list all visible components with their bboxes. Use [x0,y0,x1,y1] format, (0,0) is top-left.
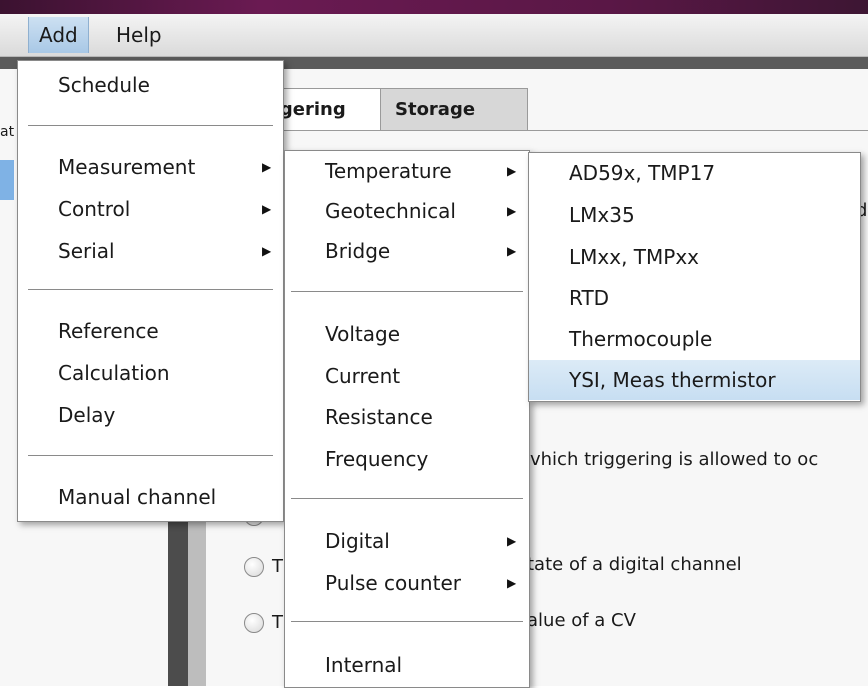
background-text-fragment: at [0,124,15,140]
menu-item-bridge[interactable]: Bridge ▶ [285,231,529,271]
triangle-right-icon: ▶ [262,160,272,174]
menu-item-ad59x-tmp17[interactable]: AD59x, TMP17 [529,153,860,193]
menu-item-voltage[interactable]: Voltage [285,314,529,354]
menu-item-measurement[interactable]: Measurement ▶ [18,147,283,187]
menu-item-delay[interactable]: Delay [18,395,283,435]
triangle-right-icon: ▶ [262,244,272,258]
triangle-right-icon: ▶ [262,202,272,216]
menu-item-control[interactable]: Control ▶ [18,189,283,229]
add-menu: Schedule Measurement ▶ Control ▶ Serial … [17,60,284,522]
digital-trigger-label: tate of a digital channel [527,554,742,575]
menu-separator [291,291,523,292]
triangle-right-icon: ▶ [507,576,517,590]
trigger-radio[interactable] [244,557,264,577]
menu-add[interactable]: Add [28,17,89,53]
left-panel-bar [188,500,206,686]
menu-separator [28,125,273,126]
triangle-right-icon: ▶ [507,164,517,178]
cv-trigger-label: alue of a CV [527,610,636,631]
triangle-right-icon: ▶ [507,204,517,218]
menu-item-schedule[interactable]: Schedule [18,65,283,105]
menu-item-thermocouple[interactable]: Thermocouple [529,319,860,359]
temperature-submenu: AD59x, TMP17 LMx35 LMxx, TMPxx RTD Therm… [528,152,861,402]
selected-list-item[interactable] [0,160,14,200]
menu-item-rtd[interactable]: RTD [529,278,860,318]
menu-item-temperature[interactable]: Temperature ▶ [285,151,529,191]
menu-item-pulse-counter[interactable]: Pulse counter ▶ [285,563,529,603]
menu-item-lmx35[interactable]: LMx35 [529,195,860,235]
menu-item-reference[interactable]: Reference [18,311,283,351]
trigger-description: vhich triggering is allowed to oc [530,449,819,470]
menu-separator [291,498,523,499]
menu-help[interactable]: Help [106,17,172,53]
menu-item-internal[interactable]: Internal [285,645,529,685]
window-title-strip [0,0,868,14]
menubar: Add Help [0,14,868,57]
menu-separator [291,621,523,622]
tab-storage[interactable]: Storage [380,88,528,131]
menu-separator [28,455,273,456]
triangle-right-icon: ▶ [507,534,517,548]
measurement-submenu: Temperature ▶ Geotechnical ▶ Bridge ▶ Vo… [284,150,530,688]
background-text-fragment: T [272,612,283,633]
tab-divider [252,130,868,131]
triangle-right-icon: ▶ [507,244,517,258]
menu-item-lmxx-tmpxx[interactable]: LMxx, TMPxx [529,237,860,277]
background-text-fragment: T [272,556,283,577]
menu-item-current[interactable]: Current [285,356,529,396]
menu-item-calculation[interactable]: Calculation [18,353,283,393]
menu-item-digital[interactable]: Digital ▶ [285,521,529,561]
menu-item-serial[interactable]: Serial ▶ [18,231,283,271]
trigger-radio[interactable] [244,613,264,633]
menu-item-resistance[interactable]: Resistance [285,397,529,437]
menu-separator [28,289,273,290]
menu-item-geotechnical[interactable]: Geotechnical ▶ [285,191,529,231]
menu-item-frequency[interactable]: Frequency [285,439,529,479]
menu-item-ysi-meas-thermistor[interactable]: YSI, Meas thermistor [529,360,860,400]
menu-item-manual-channel[interactable]: Manual channel [18,477,283,517]
